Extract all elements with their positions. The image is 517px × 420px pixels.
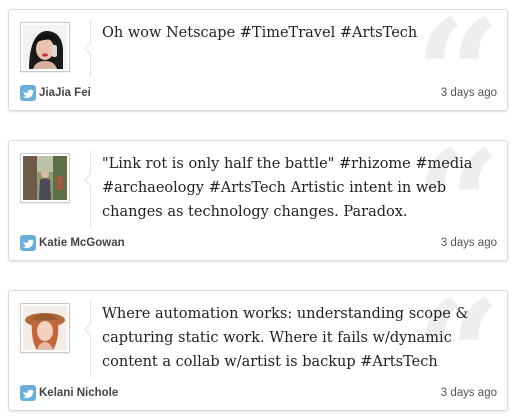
avatar-image: [23, 156, 67, 200]
tweet-card: “ Where automation works: understanding …: [8, 290, 508, 411]
bubble-arrow: [84, 323, 97, 336]
bubble-arrow: [84, 42, 97, 55]
bubble-divider: [90, 151, 91, 227]
tweet-timestamp[interactable]: 3 days ago: [441, 385, 497, 401]
author-name[interactable]: Kelani Nichole: [39, 385, 118, 401]
author-name[interactable]: JiaJia Fei: [39, 85, 91, 101]
avatar-image: [23, 306, 67, 350]
tweet-footer: Kelani Nichole 3 days ago: [9, 376, 507, 410]
twitter-bird-icon[interactable]: [20, 85, 36, 101]
tweet-text: Oh wow Netscape #TimeTravel #ArtsTech: [102, 25, 418, 41]
avatar-image: [23, 25, 67, 69]
tweet-timestamp[interactable]: 3 days ago: [441, 235, 497, 251]
twitter-bird-icon[interactable]: [20, 235, 36, 251]
avatar[interactable]: [20, 22, 70, 72]
tweet-text: "Link rot is only half the battle" #rhiz…: [102, 156, 473, 220]
avatar[interactable]: [20, 303, 70, 353]
tweet-text: Where automation works: understanding sc…: [102, 306, 469, 370]
bubble-arrow: [84, 173, 97, 186]
bubble-divider: [90, 301, 91, 377]
tweet-footer: JiaJia Fei 3 days ago: [9, 76, 507, 110]
tweet-card: “ Oh wow Netscape #TimeTravel #ArtsTech …: [8, 9, 508, 111]
tweet-timestamp[interactable]: 3 days ago: [441, 85, 497, 101]
avatar[interactable]: [20, 153, 70, 203]
twitter-bird-icon[interactable]: [20, 385, 36, 401]
tweet-footer: Katie McGowan 3 days ago: [9, 226, 507, 260]
author-name[interactable]: Katie McGowan: [39, 235, 125, 251]
tweet-card: “ "Link rot is only half the battle" #rh…: [8, 140, 508, 261]
